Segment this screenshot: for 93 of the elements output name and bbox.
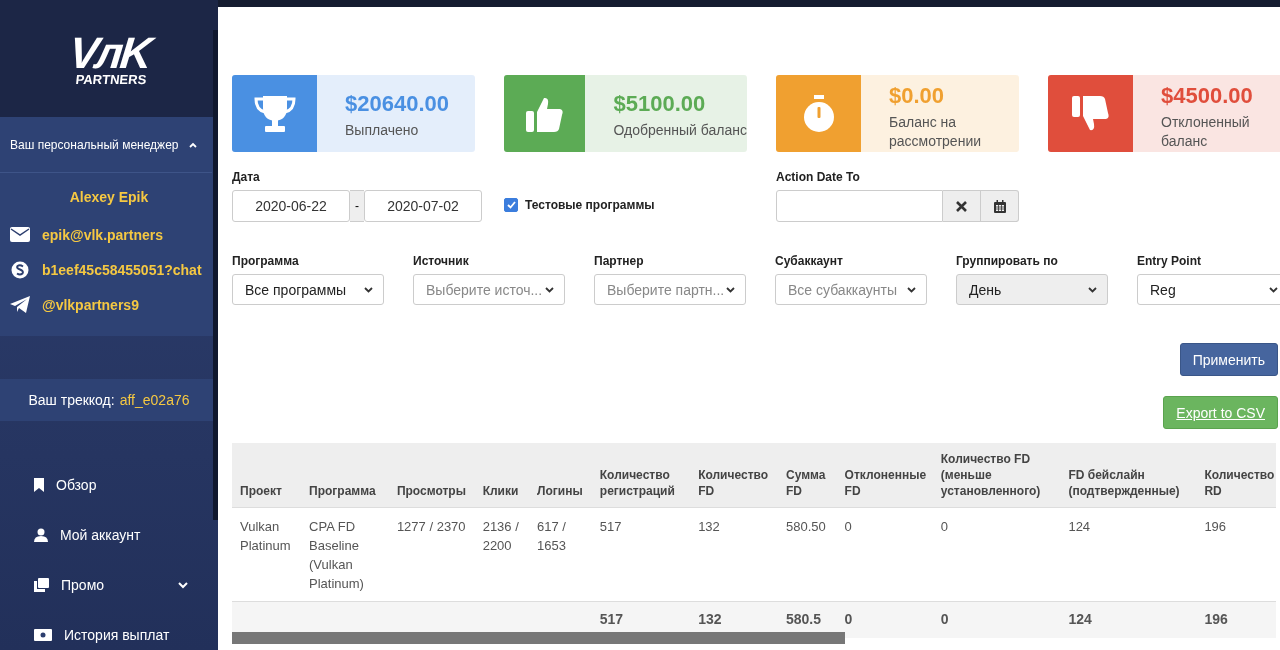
chevron-down-icon (726, 286, 735, 293)
column-header: Количество RD (1196, 443, 1276, 508)
balance-label: Выплачено (345, 121, 420, 140)
balance-amount: $0.00 (889, 83, 946, 109)
field-label: Action Date To (776, 170, 861, 186)
column-header: Сумма FD (778, 443, 837, 508)
total-cell: 0 (844, 611, 853, 627)
user-icon (34, 528, 48, 542)
table-cell: 1277 / 2370 (396, 519, 466, 534)
dropdown[interactable]: Reg (1137, 274, 1280, 305)
dropdown[interactable]: Все программы (232, 274, 384, 305)
clear-button[interactable] (943, 190, 981, 222)
table-cell: 124 (1068, 519, 1091, 534)
scrollbar[interactable] (232, 632, 845, 644)
scrollbar[interactable] (213, 30, 218, 520)
contact-link[interactable]: epik@vlk.partners (42, 226, 164, 243)
total-cell: 517 (599, 611, 624, 627)
trophy-icon (252, 93, 297, 134)
manager-name: Alexey Epik (68, 189, 150, 205)
thumbs-down-icon (1071, 94, 1110, 133)
column-header: Количество FD (меньше установленного) (932, 443, 1061, 508)
table-cell: 580.50 (786, 519, 826, 534)
total-cell: 124 (1068, 611, 1092, 627)
contact-link[interactable]: @vlkpartners9 (42, 296, 139, 313)
calendar-button[interactable] (981, 190, 1019, 222)
total-cell: 132 (698, 611, 722, 627)
column-header: Просмотры (388, 443, 475, 508)
menu-item[interactable]: Мой аккаунт (0, 510, 212, 560)
range-separator: - (350, 190, 364, 222)
field-label: Программа (232, 254, 300, 270)
manager-toggle[interactable]: Ваш персональный менеджер (0, 117, 212, 173)
dropdown[interactable]: Все субаккаунты (775, 274, 927, 305)
dropdown[interactable]: Выберите партн... (594, 274, 746, 305)
paper-plane-icon (10, 296, 30, 313)
date-to-field[interactable]: 2020-07-02 (364, 190, 482, 222)
column-header: Клики (474, 443, 530, 508)
table-cell: 132 (698, 519, 720, 534)
field-label: Группировать по (956, 254, 1059, 270)
table-cell: 2136 / 2200 (482, 519, 519, 553)
chevron-down-icon (1269, 286, 1278, 293)
field-label: Источник (413, 254, 470, 270)
table-cell: 617 / 1653 (537, 519, 566, 553)
stopwatch-icon (802, 94, 835, 133)
table-cell: Vulkan Platinum (240, 519, 291, 553)
copy-icon (34, 578, 49, 592)
banknote-icon (34, 629, 52, 641)
field-label: Субаккаунт (775, 254, 844, 270)
balance-amount: $5100.00 (613, 91, 707, 117)
menu-item[interactable]: Обзор (0, 460, 212, 510)
calendar-icon (993, 199, 1006, 213)
column-header: Программа (301, 443, 389, 508)
total-cell: 580.5 (786, 611, 822, 627)
balance-amount: $20640.00 (345, 91, 449, 117)
column-header: Количество FD (690, 443, 778, 508)
date-from-field[interactable]: 2020-06-22 (232, 190, 350, 222)
balance-amount: $4500.00 (1161, 83, 1254, 109)
skype-icon (10, 260, 30, 279)
balance-label: Баланс на рассмотрении (889, 113, 983, 151)
date-input-field[interactable] (776, 190, 943, 222)
column-header: Логины (529, 443, 592, 508)
chevron-down-icon (545, 286, 554, 293)
table-cell: 196 (1204, 519, 1227, 534)
apply-button[interactable]: Применить (1179, 343, 1278, 376)
dropdown[interactable]: Выберите источ... (413, 274, 565, 305)
chevron-down-icon (364, 286, 373, 293)
field-label: Дата (232, 170, 261, 186)
chevron-down-icon (1088, 286, 1097, 293)
bookmark-icon (34, 478, 44, 492)
checkbox-label: Тестовые программы (525, 198, 655, 212)
menu-item[interactable]: История выплат (0, 610, 212, 650)
table-cell: 0 (940, 519, 949, 534)
column-header: Количество регистраций (591, 443, 691, 508)
trackcode-value: aff_e02a76 (119, 392, 190, 408)
column-header: Отклоненные FD (836, 443, 933, 508)
close-icon (956, 200, 967, 212)
menu-item[interactable]: Промо (0, 560, 212, 610)
table-cell: CPA FD Baseline (Vulkan Platinum) (309, 519, 364, 591)
column-header: FD бейслайн (подтвержденные) (1060, 443, 1197, 508)
balance-label: Одобренный баланс (613, 121, 747, 140)
table-cell: 0 (844, 519, 852, 534)
balance-label: Отклоненный баланс (1161, 113, 1251, 151)
chevron-down-icon (907, 286, 916, 293)
field-label: Партнер (594, 254, 645, 270)
total-cell: 0 (940, 611, 949, 627)
field-label: Entry Point (1137, 254, 1202, 270)
table-cell: 517 (599, 519, 622, 534)
contact-link[interactable]: b1eef45c58455051?chat (42, 261, 202, 278)
chevron-down-icon (178, 581, 188, 589)
trackcode-label: Ваш треккод: (28, 392, 115, 408)
total-cell: 196 (1204, 611, 1228, 627)
column-header: Проект (232, 443, 302, 508)
checkbox[interactable] (504, 198, 518, 212)
envelope-icon (10, 227, 30, 242)
